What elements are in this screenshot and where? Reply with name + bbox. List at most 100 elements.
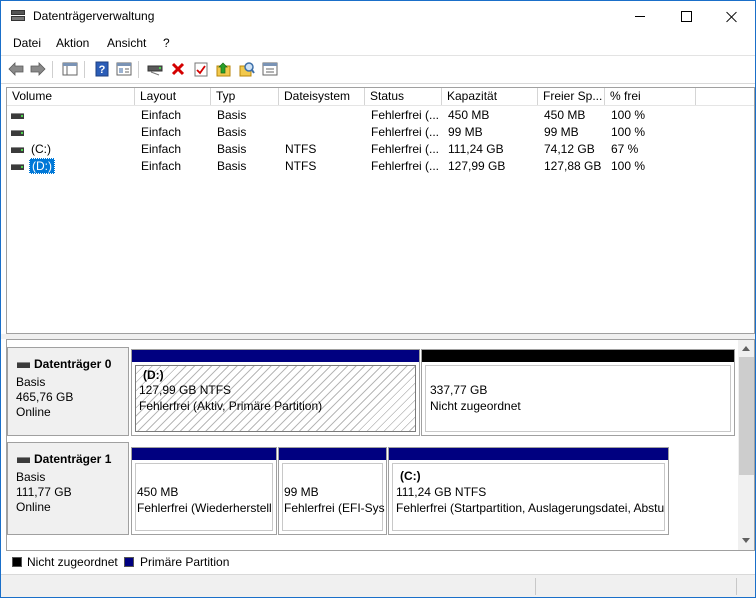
menu-datei[interactable]: Datei [13, 36, 41, 50]
volume-percent-free: 67 % [611, 142, 639, 156]
volume-row[interactable]: (C:) Einfach Basis NTFS Fehlerfrei (... … [7, 141, 754, 158]
disk-0-label[interactable]: Datenträger 0 Basis 465,76 GB Online [7, 347, 129, 436]
legend-swatch-unallocated [12, 557, 22, 567]
disk-icon [17, 362, 30, 368]
disk-view-scrollbar[interactable] [738, 340, 754, 550]
folder-up-button[interactable] [215, 60, 233, 78]
volume-layout: Einfach [141, 159, 182, 173]
partition-unallocated[interactable]: 337,77 GB Nicht zugeordnet [421, 349, 735, 436]
partition-title: (C:) [400, 469, 421, 483]
menu-aktion[interactable]: Aktion [56, 36, 89, 50]
column-header-kapazitaet[interactable]: Kapazität [442, 88, 538, 105]
toolbar-separator [52, 61, 53, 78]
menu-ansicht[interactable]: Ansicht [107, 36, 146, 50]
disk-type: Basis [16, 375, 46, 389]
disk-size: 465,76 GB [16, 390, 74, 404]
disk-management-app-icon [11, 10, 25, 22]
minimize-icon [635, 16, 645, 17]
drive-icon [11, 130, 24, 136]
partition-status: Fehlerfrei (Startpartition, Auslagerungs… [396, 501, 665, 515]
volume-capacity: 99 MB [448, 125, 483, 139]
partition-c[interactable]: (C:) 111,24 GB NTFS Fehlerfrei (Startpar… [388, 447, 669, 535]
volume-status: Fehlerfrei (... [371, 159, 440, 173]
volume-filesystem: NTFS [285, 159, 317, 173]
svg-text:?: ? [99, 64, 106, 76]
window-title: Datenträgerverwaltung [33, 9, 155, 23]
column-header-freier-speicher[interactable]: Freier Sp... [538, 88, 605, 105]
volume-type: Basis [217, 142, 247, 156]
search-button[interactable] [238, 60, 256, 78]
maximize-button[interactable] [663, 1, 709, 32]
partition-status: Fehlerfrei (Aktiv, Primäre Partition) [139, 399, 323, 413]
show-hide-console-tree-icon [62, 62, 78, 76]
partition-d[interactable]: (D:) 127,99 GB NTFS Fehlerfrei (Aktiv, P… [131, 349, 420, 436]
close-button[interactable] [709, 1, 755, 32]
scrollbar-thumb[interactable] [739, 357, 754, 475]
partition-size: 127,99 GB NTFS [139, 383, 232, 397]
partition-size: 450 MB [137, 485, 179, 499]
properties-icon [116, 62, 132, 76]
connect-drive-button[interactable] [146, 60, 164, 78]
volume-status: Fehlerfrei (... [371, 142, 440, 156]
column-header-layout[interactable]: Layout [135, 88, 211, 105]
menu-bar: Datei Aktion Ansicht ? [1, 32, 755, 54]
partition-title: (D:) [143, 368, 164, 382]
column-header-typ[interactable]: Typ [211, 88, 279, 105]
disk-icon [17, 457, 30, 463]
partition-efi[interactable]: 99 MB Fehlerfrei (EFI-Sys [278, 447, 387, 535]
volume-row-selected[interactable]: (D:) Einfach Basis NTFS Fehlerfrei (... … [7, 158, 754, 175]
back-icon [8, 62, 24, 76]
delete-button[interactable] [169, 60, 187, 78]
legend-label-primary: Primäre Partition [140, 555, 230, 569]
volume-status: Fehlerfrei (... [371, 125, 440, 139]
menu-help[interactable]: ? [163, 36, 170, 50]
disk-size: 111,77 GB [16, 485, 72, 499]
volume-free-space: 99 MB [544, 125, 579, 139]
help-button[interactable]: ? [93, 60, 111, 78]
disk-state: Online [16, 500, 51, 514]
volume-name: (D:) [29, 158, 55, 174]
volume-type: Basis [217, 108, 247, 122]
volume-percent-free: 100 % [611, 159, 646, 173]
partition-status: Fehlerfrei (EFI-Sys [284, 501, 385, 515]
minimize-button[interactable] [617, 1, 663, 32]
volume-name: (C:) [31, 142, 51, 156]
volume-list: Volume Layout Typ Dateisystem Status Kap… [6, 87, 755, 334]
primary-partition-bar [132, 448, 276, 460]
checkmark-button[interactable] [192, 60, 210, 78]
drive-icon [11, 113, 24, 119]
forward-button[interactable] [29, 60, 47, 78]
column-header-prozent-frei[interactable]: % frei [605, 88, 696, 105]
volume-percent-free: 100 % [611, 108, 646, 122]
volume-percent-free: 100 % [611, 125, 646, 139]
volume-layout: Einfach [141, 108, 182, 122]
volume-capacity: 111,24 GB [448, 142, 504, 156]
volume-type: Basis [217, 125, 247, 139]
properties-button[interactable] [115, 60, 133, 78]
volume-layout: Einfach [141, 125, 182, 139]
disk-1-label[interactable]: Datenträger 1 Basis 111,77 GB Online [7, 442, 129, 535]
show-hide-console-tree-button[interactable] [61, 60, 79, 78]
title-bar: Datenträgerverwaltung [1, 1, 755, 32]
column-header-dateisystem[interactable]: Dateisystem [279, 88, 365, 105]
checkmark-icon [194, 62, 208, 77]
volume-row[interactable]: Einfach Basis Fehlerfrei (... 99 MB 99 M… [7, 124, 754, 141]
scroll-down-icon[interactable] [742, 538, 750, 543]
column-header-volume[interactable]: Volume [7, 88, 135, 105]
close-icon [726, 11, 738, 23]
unallocated-bar [422, 350, 734, 362]
volume-filesystem: NTFS [285, 142, 317, 156]
partition-recovery[interactable]: 450 MB Fehlerfrei (Wiederherstell [131, 447, 277, 535]
primary-partition-bar [132, 350, 419, 362]
wizard-button[interactable] [261, 60, 279, 78]
column-header-status[interactable]: Status [365, 88, 442, 105]
partition-status: Nicht zugeordnet [430, 399, 521, 413]
volume-layout: Einfach [141, 142, 182, 156]
scroll-up-icon[interactable] [742, 346, 750, 351]
primary-partition-bar [279, 448, 386, 460]
toolbar-separator [138, 61, 139, 78]
wizard-icon [262, 62, 278, 76]
legend: Nicht zugeordnet Primäre Partition [6, 552, 755, 572]
volume-row[interactable]: Einfach Basis Fehlerfrei (... 450 MB 450… [7, 107, 754, 124]
back-button[interactable] [7, 60, 25, 78]
